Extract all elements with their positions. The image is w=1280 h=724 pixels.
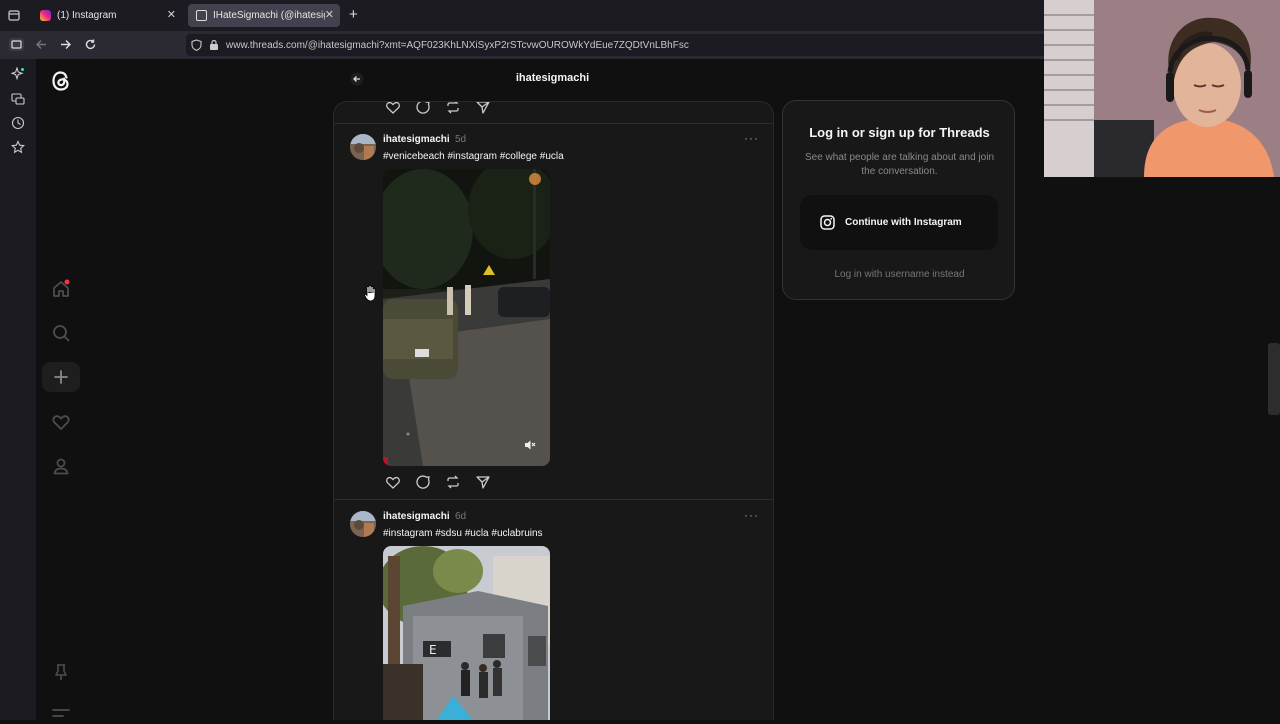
close-tab-icon[interactable]: ✕ (325, 8, 334, 21)
repost-icon[interactable] (444, 102, 462, 116)
comment-icon[interactable] (414, 102, 432, 116)
feed: ihatesigmachi 5d ··· #venicebeach #insta… (333, 101, 774, 720)
continue-with-instagram-button[interactable]: Continue with Instagram (800, 195, 998, 250)
post-image[interactable]: E (383, 546, 550, 720)
browser-sidebar (0, 59, 36, 720)
pin-icon[interactable] (50, 661, 72, 683)
post-actions (384, 102, 492, 116)
tab-label: (1) Instagram (57, 10, 117, 21)
divider (334, 499, 773, 500)
tab-label: IHateSigmachi (@ihatesigmachi (213, 10, 325, 21)
avatar[interactable] (350, 134, 376, 160)
url-text: www.threads.com/@ihatesigmachi?xmt=AQF02… (226, 39, 689, 51)
new-tab-button[interactable]: + (349, 6, 358, 23)
instagram-icon (820, 215, 835, 230)
address-bar[interactable]: www.threads.com/@ihatesigmachi?xmt=AQF02… (186, 34, 1046, 56)
post-timestamp[interactable]: 5d (455, 134, 466, 145)
webcam-overlay (1044, 0, 1280, 177)
login-title: Log in or sign up for Threads (809, 125, 990, 140)
instagram-favicon-icon (40, 10, 51, 21)
scrollbar-thumb[interactable] (1268, 343, 1280, 415)
shield-icon[interactable] (191, 39, 202, 51)
back-button[interactable] (350, 72, 364, 86)
search-icon[interactable] (50, 322, 72, 344)
menu-icon[interactable] (50, 702, 72, 724)
like-icon[interactable] (384, 473, 402, 491)
svg-text:E: E (429, 643, 437, 657)
login-card: Log in or sign up for Threads See what p… (782, 100, 1015, 300)
tab-list-icon[interactable] (8, 9, 20, 21)
threads-logo-icon[interactable] (49, 68, 73, 94)
post-actions (384, 473, 492, 491)
post-hashtags[interactable]: #instagram #sdsu #ucla #uclabruins (383, 528, 543, 539)
mouse-cursor-icon (364, 285, 376, 302)
forward-arrow-icon[interactable] (59, 38, 72, 51)
share-icon[interactable] (474, 473, 492, 491)
comment-icon[interactable] (414, 473, 432, 491)
post-timestamp[interactable]: 6d (455, 511, 466, 522)
back-arrow-icon[interactable] (35, 38, 48, 51)
tab-threads[interactable]: IHateSigmachi (@ihatesigmachi ✕ (188, 4, 340, 27)
login-subtitle: See what people are talking about and jo… (804, 152, 995, 177)
post-username[interactable]: ihatesigmachi (383, 511, 450, 522)
threads-favicon-icon (196, 10, 207, 21)
home-icon[interactable] (50, 278, 72, 300)
more-options-icon[interactable]: ··· (744, 508, 759, 522)
reload-icon[interactable] (84, 38, 97, 51)
continue-button-label: Continue with Instagram (845, 217, 962, 228)
muted-speaker-icon[interactable] (524, 439, 536, 451)
post-username[interactable]: ihatesigmachi (383, 134, 450, 145)
plus-icon (54, 370, 68, 384)
profile-icon[interactable] (50, 455, 72, 477)
share-icon[interactable] (474, 102, 492, 116)
more-options-icon[interactable]: ··· (744, 131, 759, 145)
create-post-button[interactable] (42, 362, 80, 392)
login-with-username-link[interactable]: Log in with username instead (783, 269, 1016, 280)
avatar[interactable] (350, 511, 376, 537)
bookmarks-star-icon[interactable] (11, 140, 25, 154)
lock-icon[interactable] (209, 39, 219, 51)
tab-instagram[interactable]: (1) Instagram ✕ (32, 4, 182, 27)
divider (334, 123, 773, 124)
page-title: ihatesigmachi (515, 72, 590, 84)
post-video[interactable] (383, 169, 550, 466)
post-hashtags[interactable]: #venicebeach #instagram #college #ucla (383, 151, 564, 162)
heart-activity-icon[interactable] (50, 411, 72, 433)
ai-sparkle-icon[interactable] (11, 67, 25, 81)
close-tab-icon[interactable]: ✕ (167, 8, 176, 21)
history-icon[interactable] (11, 116, 25, 130)
synced-tabs-icon[interactable] (11, 92, 25, 106)
like-icon[interactable] (384, 102, 402, 116)
sidebar-toggle-icon[interactable] (9, 38, 24, 51)
back-arrow-icon (350, 72, 364, 86)
repost-icon[interactable] (444, 473, 462, 491)
